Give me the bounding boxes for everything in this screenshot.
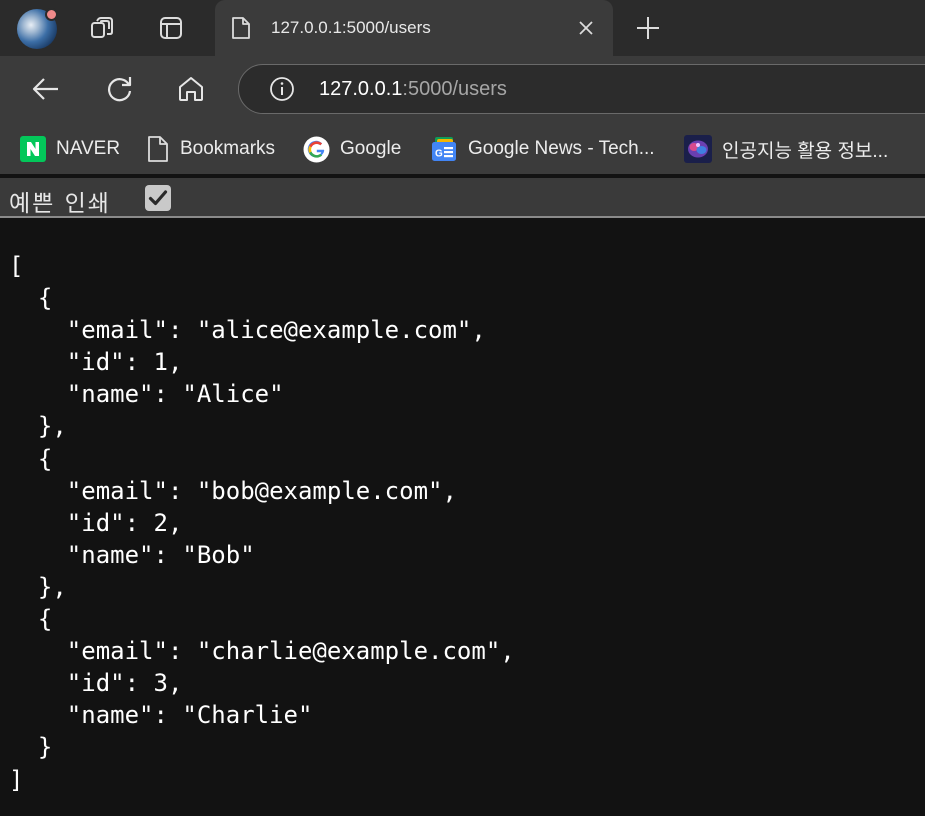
bookmark-label: Google: [340, 138, 402, 159]
brain-icon: [684, 135, 712, 163]
close-icon[interactable]: [578, 20, 594, 36]
bookmark-label: 인공지능 활용 정보...: [722, 140, 889, 162]
tab-active[interactable]: 127.0.0.1:5000/users: [215, 0, 613, 56]
pretty-print-checkbox[interactable]: [145, 185, 171, 211]
navigation-toolbar: 127.0.0.1:5000/users: [0, 56, 925, 124]
refresh-icon[interactable]: [104, 73, 136, 105]
bookmark-ai-info[interactable]: 인공지능 활용 정보...: [684, 135, 888, 163]
info-icon[interactable]: [269, 76, 295, 102]
naver-icon: [20, 136, 46, 162]
json-response-text: [ { "email": "alice@example.com", "id": …: [9, 252, 515, 794]
home-icon[interactable]: [175, 73, 207, 105]
bookmark-google[interactable]: Google: [303, 135, 401, 163]
notification-dot: [45, 8, 58, 21]
back-arrow-icon[interactable]: [30, 73, 62, 105]
pretty-print-bar: 예쁜 인쇄: [0, 178, 925, 218]
bookmark-label: Google News - Tech...: [468, 138, 655, 159]
tab-title: 127.0.0.1:5000/users: [271, 18, 431, 37]
bookmark-folder-bookmarks[interactable]: Bookmarks: [146, 135, 275, 163]
bookmark-label: NAVER: [56, 138, 121, 159]
page-content: [ { "email": "alice@example.com", "id": …: [0, 218, 925, 816]
url-path: :5000/users: [402, 78, 507, 100]
tab-strip: 127.0.0.1:5000/users: [0, 0, 925, 56]
google-icon: [303, 136, 330, 162]
bookmarks-bar: NAVER Bookmarks Google G Google News - T: [0, 124, 925, 174]
bookmark-label: Bookmarks: [180, 138, 276, 159]
new-tab-plus-icon[interactable]: [635, 15, 661, 41]
workspaces-icon[interactable]: [88, 14, 116, 42]
google-news-icon: G: [432, 137, 456, 161]
svg-text:G: G: [435, 149, 443, 160]
pretty-print-label: 예쁜 인쇄: [9, 191, 111, 217]
vertical-tabs-icon[interactable]: [157, 14, 185, 42]
bookmark-google-news[interactable]: G Google News - Tech...: [430, 135, 655, 163]
address-bar[interactable]: 127.0.0.1:5000/users: [238, 64, 925, 114]
url-text[interactable]: 127.0.0.1:5000/users: [319, 78, 507, 101]
document-icon: [232, 17, 250, 39]
bookmark-naver[interactable]: NAVER: [20, 135, 120, 163]
document-icon: [148, 136, 168, 162]
checkmark-icon: [148, 190, 168, 206]
url-host: 127.0.0.1: [319, 78, 403, 100]
